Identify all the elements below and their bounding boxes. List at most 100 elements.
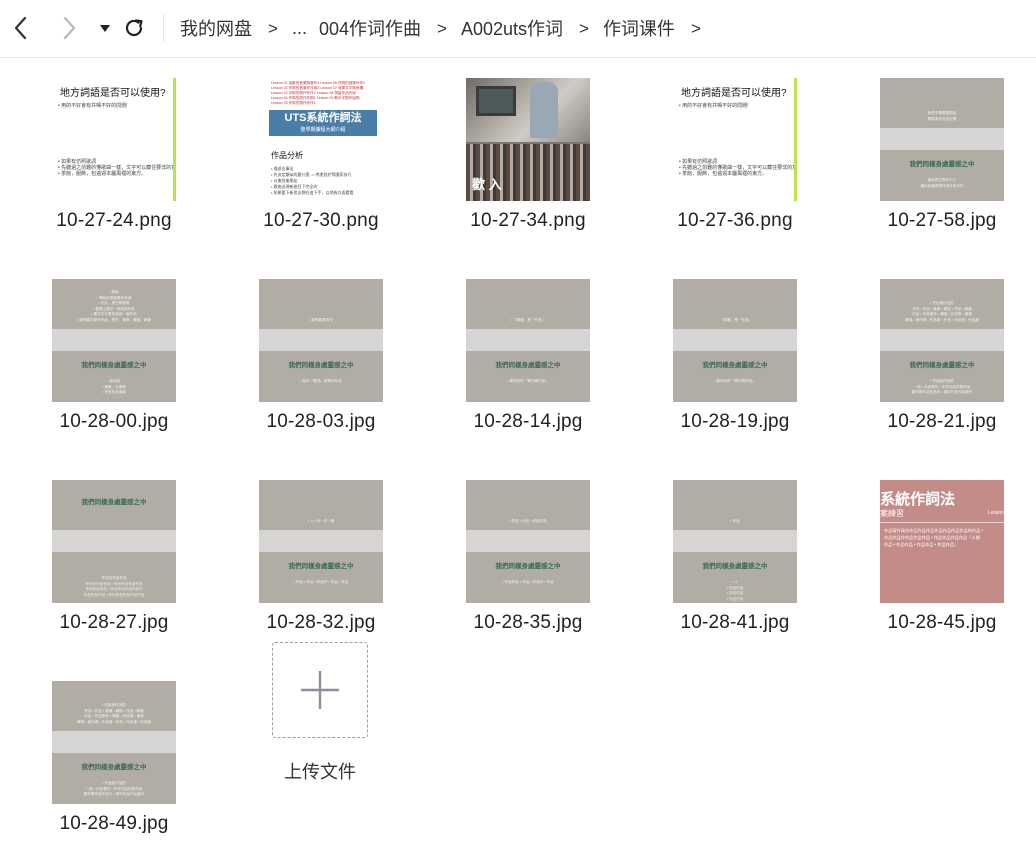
file-thumbnail[interactable]: 地方詞語是否可以使用? • 用的不好會有共鳴不好的問題! • 如果有仿照歌詞 • 先… [52,78,176,201]
file-item[interactable]: 我們同樣身處靈感之中 作品的作品作品 作作作作品作品 • 作品作品作品作品 作品作品作… [0,460,200,640]
thumb-line: • 開始的是都要你來過 [96,295,132,300]
thumb-line: • 人 [732,580,738,584]
file-name[interactable]: 10-28-21.jpg [828,411,1036,433]
thumb-line: 一個 • 作品寫作 • 作作作品的寫作品 [85,786,143,791]
file-item[interactable]: 我們同樣身處靈感之中 • 作品與作品的 完成 • 作品 • 畫畫 • 轉換 • 作品… [0,661,200,841]
upload-button[interactable] [272,642,368,738]
breadcrumb-item-ellipsis[interactable]: ... [292,18,307,39]
file-item[interactable]: Lesson 01 為數的音樂詞音作1 Lesson 06 作詞的音樂作作2 Le… [207,58,407,238]
toolbar-divider [163,14,164,42]
file-name[interactable]: 10-28-03.jpg [207,411,435,433]
file-item[interactable]: 我們同樣身處靈感之中 • 開始 • 開始的是都要你來過 • 作品，是在哪裡寫 • 要是主… [0,259,200,439]
file-item[interactable]: 系統作詞法 案練習 Lesson 作品寫作寫作作品作品作品作品作品作品作品的作品 • 作… [828,460,1028,640]
thumb-line: • 作品 • 作品 • 作品作 • 作品 • 作品 [293,580,349,584]
slide-stripe [52,731,176,753]
breadcrumb-item-a002[interactable]: A002uts作词 [461,15,563,41]
file-thumbnail[interactable]: 我們同樣身處靈感之中 • 作品與作品的 完成 • 作品 • 畫畫 • 轉換 • 作品… [52,681,176,804]
thumb-line: • 我們要寫的句 [309,317,333,322]
thumb-line: 獨寫者作品的目標 [927,116,957,121]
file-thumbnail[interactable]: Lesson 01 為數的音樂詞音作1 Lesson 06 作詞的音樂作作2 Le… [259,78,383,201]
file-item[interactable]: 我們同樣身處靈感之中 我們不需要被限制 獨寫者作品的目標 讓我們去寫作中介 讓作品獲得寫… [828,58,1028,238]
file-thumbnail[interactable]: 歡 入 [466,78,590,201]
file-thumbnail[interactable]: 我們同樣身處靈感之中 • 作品 • 作品 • 作品作品 • 作品作品 • 作品 • … [466,480,590,603]
photo-figure [530,82,558,138]
breadcrumb-separator: > [690,19,701,38]
thumb-line: • 完成作品畫畫 [102,390,126,394]
thumb-title: 系統作詞法 [880,491,956,508]
thumb-line: 作作作作品作品 • 作品作品作品作品 [85,581,143,586]
file-thumbnail[interactable]: 我們同樣身處靈感之中 我們不需要被限制 獨寫者作品的目標 讓我們去寫作中介 讓作品獲得寫… [880,78,1004,201]
thumb-banner-subtitle: 整學期課程大綱介紹 [300,127,346,133]
thumb-line: • 寫作品的「寫作寫作品」 [714,379,756,383]
slide-stripe [466,530,590,552]
file-item[interactable]: 我們同樣身處靈感之中 • 「寫著」是「作品」 • 寫作品的「寫作寫作品」 10-28-… [621,259,821,439]
file-name[interactable]: 10-28-35.jpg [414,612,642,634]
file-item[interactable]: 我們同樣身處靈感之中 • 作品 • 人 • 作品作品 • 作品作品 • 作品作品 10-28… [621,460,821,640]
file-name[interactable]: 10-27-36.png [621,210,849,232]
file-name[interactable]: 10-28-27.jpg [0,612,228,634]
file-name[interactable]: 10-28-45.jpg [828,612,1036,634]
file-item[interactable]: 地方詞語是否可以使用? • 用的不好會有共鳴不好的問題! • 如果有仿照歌詞 • 先… [621,58,821,238]
breadcrumb-item-004[interactable]: 004作词作曲 [319,15,421,41]
file-name[interactable]: 10-28-49.jpg [0,813,228,835]
thumb-line: • 作品，是在哪裡寫 [98,301,130,305]
file-name[interactable]: 10-27-58.jpg [828,210,1036,232]
file-thumbnail[interactable]: 我們同樣身處靈感之中 • 作品與作品的 完成 • 作品 • 畫畫 • 轉換 • 作品… [880,279,1004,402]
file-item[interactable]: 我們同樣身處靈感之中 • 作品與作品的 完成 • 作品 • 畫畫 • 轉換 • 作品… [828,259,1028,439]
file-thumbnail[interactable]: 我們同樣身處靈感之中 • 開始 • 開始的是都要你來過 • 作品，是在哪裡寫 • 要是主… [52,279,176,402]
file-item[interactable]: 地方詞語是否可以使用? • 用的不好會有共鳴不好的問題! • 如果有仿照歌詞 • 先… [0,58,200,238]
thumb-line: • 作品作品 • 作品 • 作品作 • 作品 [502,580,554,584]
file-thumbnail[interactable]: 我們同樣身處靈感之中 • 我們要寫的句 • 給你「看見」都寫作作品 [259,279,383,402]
caret-down-icon [100,25,110,32]
thumb-subtitle: 案練習 [880,509,904,518]
thumb-section-title: 作品分析 [271,151,303,160]
file-item[interactable]: 歡 入 10-27-34.png [414,58,614,238]
breadcrumb-separator: > [579,19,589,38]
file-name[interactable]: 10-28-00.jpg [0,411,228,433]
thumb-line: 轉換 • 畫作畫 • 作品畫 • 作品 • 作品畫 • 完成畫 [77,719,151,724]
thumb-line: 轉換 • 畫作畫 • 作品畫 • 作品 • 作品畫 • 完成畫 [905,317,979,322]
file-name[interactable]: 10-27-34.png [414,210,642,232]
file-name[interactable]: 10-28-41.jpg [621,612,849,634]
thumb-green-title: 我們同樣身處靈感之中 [288,563,354,570]
thumb-line: • 我們要去寫作作品，是在、畫畫、轉換、轉變 [76,317,152,322]
slide-stripe [673,530,797,552]
refresh-icon [125,19,143,37]
file-thumbnail[interactable]: 我們同樣身處靈感之中 • 「寫著」是「作品」 • 寫作品的「寫作寫作品」 [673,279,797,402]
thumb-line: • 作品 • 作品 • 作品作品 [509,518,547,523]
thumb-divider [880,522,1004,523]
file-thumbnail[interactable]: 我們同樣身處靈感之中 • 人 • 作 • 作 • 轉 • 作品 • 作品 • 作品作… [259,480,383,603]
thumb-line: 讓作品獲得寫作的作品中的 [920,183,964,188]
slide-stripe [52,530,176,552]
breadcrumb-item-my-drive[interactable]: 我的网盘 [180,15,252,41]
file-thumbnail[interactable]: 我們同樣身處靈感之中 作品的作品作品 作作作作品作品 • 作品作品作品作品 作品作品作… [52,480,176,603]
history-dropdown-button[interactable] [90,12,120,44]
file-thumbnail[interactable]: 我們同樣身處靈感之中 • 「寫著」是「作品」 • 寫作品的「寫作寫作品」 [466,279,590,402]
thumb-line: • 給你「看見」都寫作作品 [300,379,342,383]
thumb-line: • 作品與作品的 [930,301,954,305]
file-thumbnail[interactable]: 系統作詞法 案練習 Lesson 作品寫作寫作作品作品作品作品作品作品作品的作品 • 作… [880,480,1004,603]
file-item[interactable]: 我們同樣身處靈感之中 • 人 • 作 • 作 • 轉 • 作品 • 作品 • 作品作… [207,460,407,640]
thumb-green-title: 我們同樣身處靈感之中 [909,362,975,369]
back-button[interactable] [6,12,36,44]
refresh-button[interactable] [119,12,149,44]
file-item[interactable]: 我們同樣身處靈感之中 • 作品 • 作品 • 作品作品 • 作品作品 • 作品 • … [414,460,614,640]
upload-label[interactable]: 上传文件 [220,758,420,784]
photo-tv [476,86,516,116]
file-name[interactable]: 10-27-30.png [207,210,435,232]
breadcrumb-item-current-folder[interactable]: 作词课件 [603,15,675,41]
chevron-left-icon [14,16,27,40]
file-name[interactable]: 10-28-19.jpg [621,411,849,433]
plus-icon [301,671,339,709]
forward-button[interactable] [54,12,84,44]
file-name[interactable]: 10-27-24.png [0,210,228,232]
file-name[interactable]: 10-28-14.jpg [414,411,642,433]
thumb-line: • 用的不好會有共鳴不好的問題! [58,103,128,109]
file-thumbnail[interactable]: 我們同樣身處靈感之中 • 作品 • 人 • 作品作品 • 作品作品 • 作品作品 [673,480,797,603]
file-item[interactable]: 我們同樣身處靈感之中 • 「寫著」是「作品」 • 寫作品的「寫作寫作品」 10-28-… [414,259,614,439]
breadcrumb-separator: > [437,19,447,38]
file-thumbnail[interactable]: 地方詞語是否可以使用? • 用的不好會有共鳴不好的問題! • 如果有仿照歌詞 • 先… [673,78,797,201]
file-item[interactable]: 我們同樣身處靈感之中 • 我們要寫的句 • 給你「看見」都寫作作品 10-28-03.… [207,259,407,439]
file-name[interactable]: 10-28-32.jpg [207,612,435,634]
thumb-lesson: Lesson [987,510,1004,516]
